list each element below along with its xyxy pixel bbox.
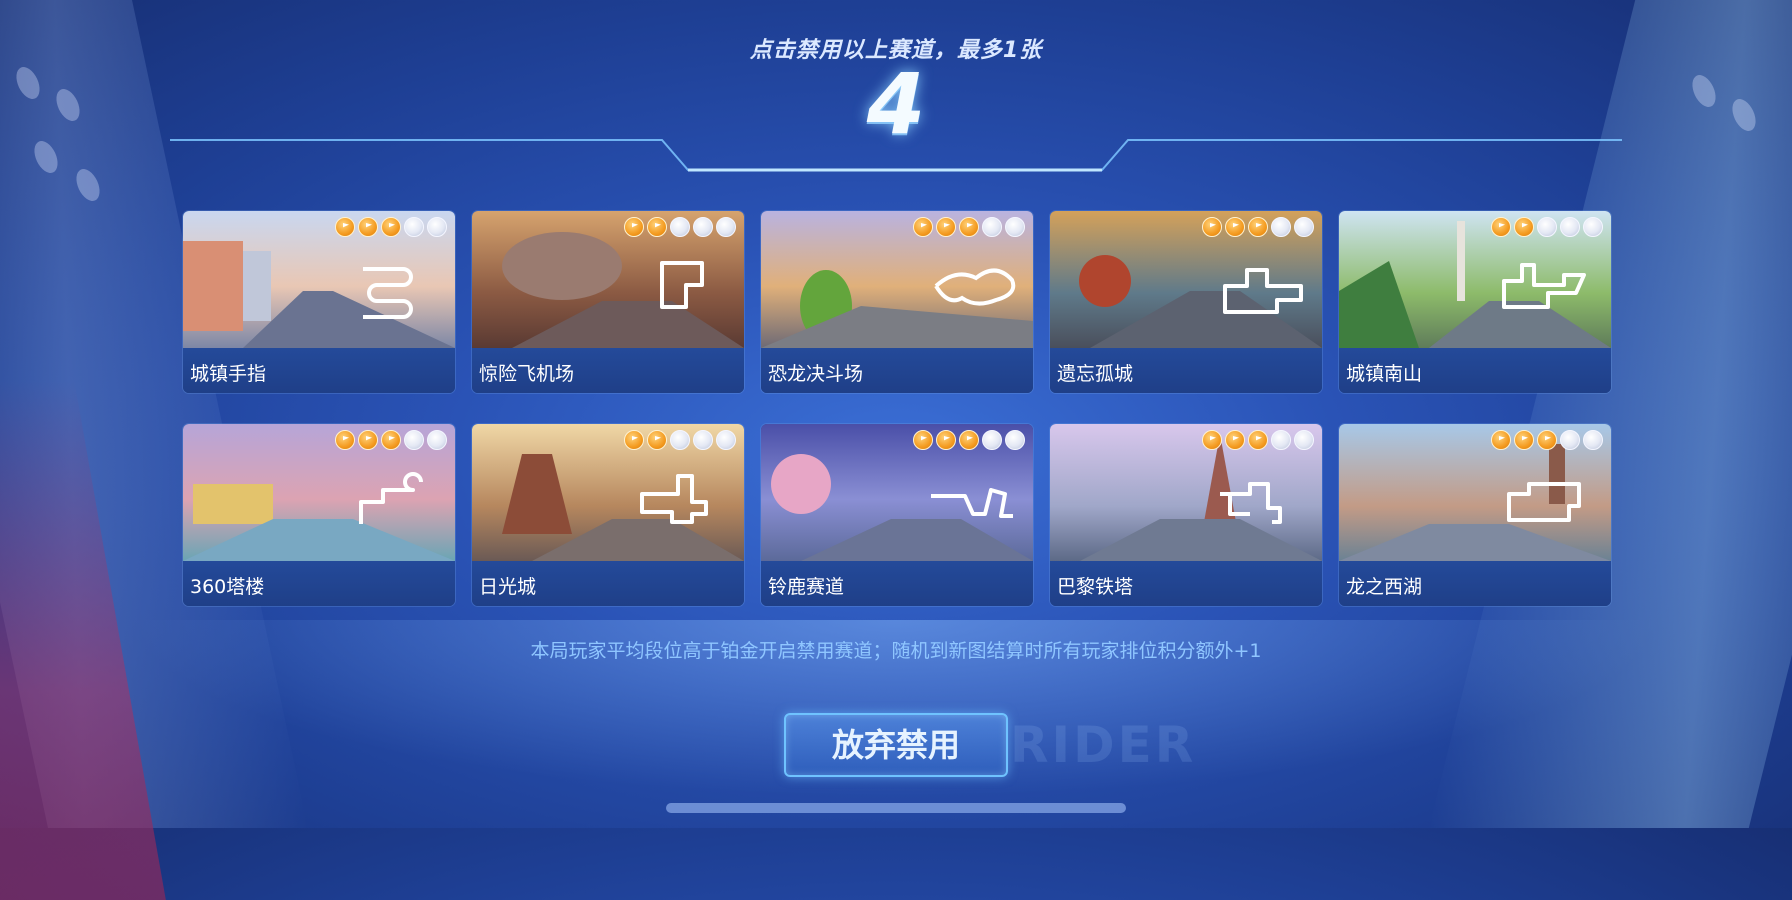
flag-icon [959, 217, 979, 237]
ban-rule-notice: 本局玩家平均段位高于铂金开启禁用赛道；随机到新图结算时所有玩家排位积分额外+1 [530, 640, 1262, 662]
track-card[interactable]: 惊险飞机场 [472, 211, 744, 393]
abandon-ban-button[interactable]: 放弃禁用 [784, 713, 1008, 777]
empty-difficulty-icon [1271, 217, 1291, 237]
flag-icon [1514, 217, 1534, 237]
empty-difficulty-icon [693, 217, 713, 237]
empty-difficulty-icon [670, 430, 690, 450]
empty-difficulty-icon [716, 430, 736, 450]
flag-icon [1202, 430, 1222, 450]
track-name: 龙之西湖 [1346, 576, 1423, 598]
empty-difficulty-icon [404, 430, 424, 450]
track-name-bar: 铃鹿赛道 [761, 561, 1033, 606]
empty-difficulty-icon [1560, 430, 1580, 450]
flag-icon [1248, 430, 1268, 450]
flag-icon [381, 430, 401, 450]
flag-icon [936, 217, 956, 237]
flag-icon [1225, 430, 1245, 450]
track-card[interactable]: 龙之西湖 [1339, 424, 1611, 606]
track-name-bar: 惊险飞机场 [472, 348, 744, 393]
empty-difficulty-icon [670, 217, 690, 237]
empty-difficulty-icon [1560, 217, 1580, 237]
flag-icon [936, 430, 956, 450]
track-card[interactable]: 巴黎铁塔 [1050, 424, 1322, 606]
empty-difficulty-icon [716, 217, 736, 237]
empty-difficulty-icon [1294, 217, 1314, 237]
flag-icon [1202, 217, 1222, 237]
track-card[interactable]: 铃鹿赛道 [761, 424, 1033, 606]
flag-icon [358, 217, 378, 237]
flag-icon [1537, 430, 1557, 450]
flag-icon [1248, 217, 1268, 237]
empty-difficulty-icon [1005, 217, 1025, 237]
track-name: 铃鹿赛道 [768, 576, 845, 598]
track-card[interactable]: 城镇手指 [183, 211, 455, 393]
track-name: 城镇南山 [1346, 363, 1423, 385]
track-card[interactable]: 360塔楼 [183, 424, 455, 606]
empty-difficulty-icon [1294, 430, 1314, 450]
difficulty-rating [913, 430, 1025, 450]
track-name-bar: 360塔楼 [183, 561, 455, 606]
flag-icon [647, 217, 667, 237]
track-name-bar: 龙之西湖 [1339, 561, 1611, 606]
flag-icon [358, 430, 378, 450]
track-name: 惊险飞机场 [479, 363, 575, 385]
home-indicator-bar[interactable] [666, 803, 1126, 813]
background-dot [71, 165, 105, 205]
track-name: 360塔楼 [190, 576, 265, 598]
difficulty-rating [335, 430, 447, 450]
difficulty-rating [624, 430, 736, 450]
empty-difficulty-icon [427, 217, 447, 237]
empty-difficulty-icon [1005, 430, 1025, 450]
track-name: 巴黎铁塔 [1057, 576, 1134, 598]
track-name: 日光城 [479, 576, 537, 598]
track-name: 遗忘孤城 [1057, 363, 1134, 385]
flag-icon [335, 430, 355, 450]
track-name-bar: 遗忘孤城 [1050, 348, 1322, 393]
track-name-bar: 巴黎铁塔 [1050, 561, 1322, 606]
flag-icon [913, 430, 933, 450]
track-name-bar: 日光城 [472, 561, 744, 606]
empty-difficulty-icon [693, 430, 713, 450]
track-name: 城镇手指 [190, 363, 267, 385]
empty-difficulty-icon [404, 217, 424, 237]
difficulty-rating [1491, 430, 1603, 450]
game-logo-watermark: RIDER [1010, 716, 1197, 774]
difficulty-rating [1202, 217, 1314, 237]
empty-difficulty-icon [982, 430, 1002, 450]
track-card[interactable]: 遗忘孤城 [1050, 211, 1322, 393]
empty-difficulty-icon [1583, 430, 1603, 450]
countdown-timer: 4 [866, 55, 926, 153]
track-name-bar: 恐龙决斗场 [761, 348, 1033, 393]
track-name-bar: 城镇手指 [183, 348, 455, 393]
empty-difficulty-icon [427, 430, 447, 450]
flag-icon [335, 217, 355, 237]
difficulty-rating [624, 217, 736, 237]
flag-icon [959, 430, 979, 450]
difficulty-rating [1491, 217, 1603, 237]
difficulty-rating [913, 217, 1025, 237]
empty-difficulty-icon [1271, 430, 1291, 450]
flag-icon [1514, 430, 1534, 450]
flag-icon [1491, 430, 1511, 450]
difficulty-rating [335, 217, 447, 237]
empty-difficulty-icon [1583, 217, 1603, 237]
difficulty-rating [1202, 430, 1314, 450]
empty-difficulty-icon [982, 217, 1002, 237]
track-name-bar: 城镇南山 [1339, 348, 1611, 393]
track-card[interactable]: 日光城 [472, 424, 744, 606]
track-card[interactable]: 恐龙决斗场 [761, 211, 1033, 393]
flag-icon [624, 430, 644, 450]
track-card[interactable]: 城镇南山 [1339, 211, 1611, 393]
empty-difficulty-icon [1537, 217, 1557, 237]
track-name: 恐龙决斗场 [768, 363, 864, 385]
flag-icon [1225, 217, 1245, 237]
flag-icon [647, 430, 667, 450]
flag-icon [1491, 217, 1511, 237]
flag-icon [913, 217, 933, 237]
flag-icon [381, 217, 401, 237]
flag-icon [624, 217, 644, 237]
